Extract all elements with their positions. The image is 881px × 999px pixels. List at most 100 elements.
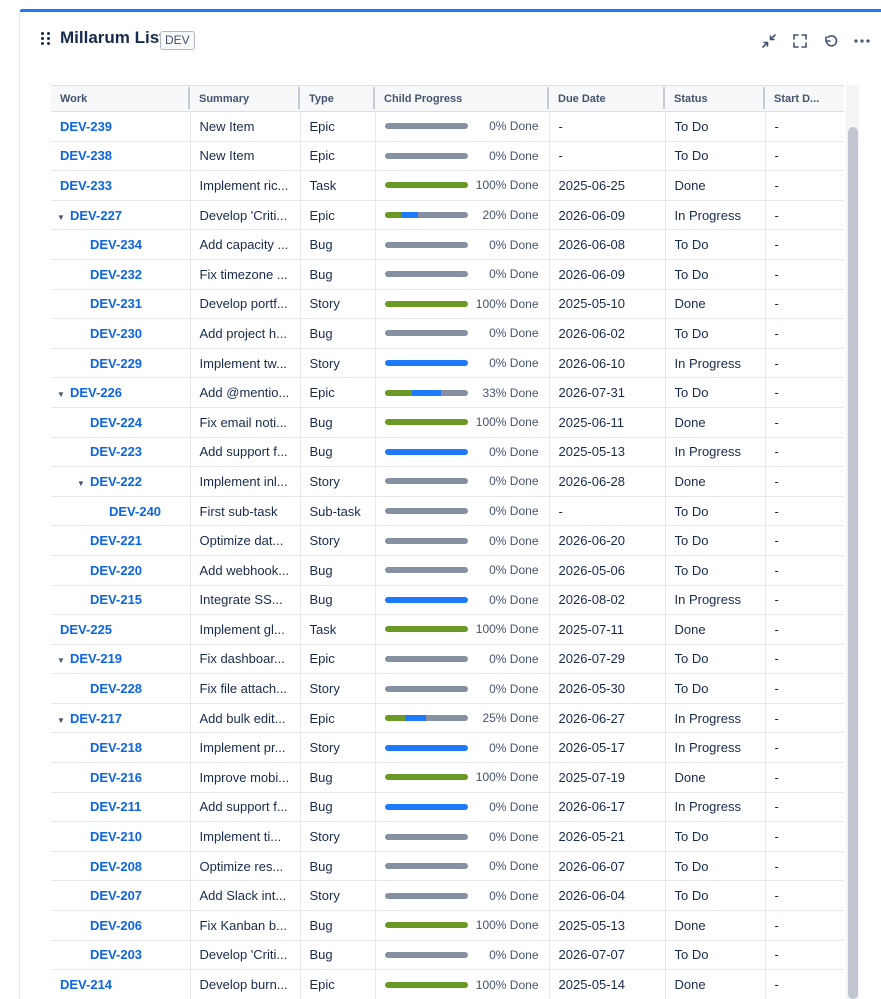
gadget-title: Millarum List	[60, 28, 165, 47]
issue-key-link[interactable]: DEV-231	[90, 296, 142, 311]
cell-summary: Optimize res...	[190, 851, 301, 882]
issue-key-link[interactable]: DEV-232	[90, 267, 142, 282]
table-row[interactable]: DEV-223 Add support f... Bug 0% Done 2025-05…	[51, 437, 844, 468]
issue-key-link[interactable]: DEV-214	[60, 977, 112, 992]
table-row[interactable]: DEV-218 Implement pr... Story 0% Done 2026-0…	[51, 732, 844, 764]
issue-key-link[interactable]: DEV-225	[60, 622, 112, 637]
issue-key-link[interactable]: DEV-221	[90, 533, 142, 548]
progress-percent-label: 0% Done	[489, 681, 539, 696]
cell-due-date: 2026-05-30	[549, 673, 666, 704]
table-row[interactable]: DEV-234 Add capacity ... Bug 0% Done 2026-06…	[51, 229, 844, 260]
column-header-start-date[interactable]: Start D...	[765, 85, 844, 112]
issue-key-link[interactable]: DEV-217	[70, 711, 122, 726]
table-row[interactable]: DEV-229 Implement tw... Story 0% Done 2026-0…	[51, 348, 844, 379]
issue-key-link[interactable]: DEV-206	[90, 918, 142, 933]
caret-down-icon[interactable]: ▼	[57, 213, 67, 222]
cell-type: Bug	[300, 407, 376, 438]
table-row[interactable]: DEV-238 New Item Epic 0% Done - To Do -	[51, 141, 844, 172]
table-row[interactable]: ▼ DEV-217 Add bulk edit... Epic 25% Done 2026…	[51, 703, 844, 734]
fullscreen-icon[interactable]	[789, 30, 811, 52]
table-row[interactable]: DEV-215 Integrate SS... Bug 0% Done 2026-08-…	[51, 585, 844, 616]
issue-key-link[interactable]: DEV-229	[90, 356, 142, 371]
issue-key-link[interactable]: DEV-240	[109, 504, 161, 519]
progress-bar	[384, 330, 469, 337]
issue-key-link[interactable]: DEV-230	[90, 326, 142, 341]
issue-key-link[interactable]: DEV-207	[90, 888, 142, 903]
issue-key-link[interactable]: DEV-228	[90, 681, 142, 696]
table-row[interactable]: DEV-240 First sub-task Sub-task 0% Done - To …	[51, 496, 844, 527]
cell-status: To Do	[665, 644, 766, 675]
issue-key-link[interactable]: DEV-226	[70, 385, 122, 400]
table-row[interactable]: DEV-228 Fix file attach... Story 0% Done 202…	[51, 673, 844, 704]
issue-key-link[interactable]: DEV-238	[60, 148, 112, 163]
table-row[interactable]: DEV-207 Add Slack int... Story 0% Done 2026-…	[51, 880, 844, 912]
column-header-type[interactable]: Type	[300, 85, 375, 112]
table-row[interactable]: DEV-233 Implement ric... Task 100% Done 2025…	[51, 170, 844, 201]
progress-percent-label: 0% Done	[489, 563, 539, 578]
table-row[interactable]: DEV-203 Develop 'Criti... Bug 0% Done 2026-0…	[51, 940, 844, 971]
table-row[interactable]: DEV-208 Optimize res... Bug 0% Done 2026-06-…	[51, 851, 844, 882]
table-row[interactable]: DEV-211 Add support f... Bug 0% Done 2026-06…	[51, 792, 844, 823]
table-row[interactable]: ▼ DEV-226 Add @mentio... Epic 33% Done 2026-0…	[51, 377, 844, 408]
table-row[interactable]: ▼ DEV-219 Fix dashboar... Epic 0% Done 2026-0…	[51, 644, 844, 675]
progress-percent-label: 0% Done	[489, 119, 539, 134]
column-header-summary[interactable]: Summary	[190, 85, 300, 112]
cell-child-progress: 20% Done	[375, 200, 550, 231]
cell-type: Bug	[300, 792, 376, 823]
column-header-status[interactable]: Status	[665, 85, 765, 112]
issue-key-link[interactable]: DEV-215	[90, 592, 142, 607]
issue-key-link[interactable]: DEV-224	[90, 415, 142, 430]
issue-key-link[interactable]: DEV-223	[90, 444, 142, 459]
column-header-work[interactable]: Work	[51, 85, 190, 112]
column-header-due-date[interactable]: Due Date	[549, 85, 665, 112]
cell-due-date: -	[549, 141, 666, 172]
cell-start-date: -	[765, 969, 844, 999]
issue-key-link[interactable]: DEV-239	[60, 119, 112, 134]
issue-key-link[interactable]: DEV-216	[90, 770, 142, 785]
table-row[interactable]: DEV-232 Fix timezone ... Bug 0% Done 2026-06…	[51, 259, 844, 290]
issue-key-link[interactable]: DEV-208	[90, 859, 142, 874]
issue-key-link[interactable]: DEV-219	[70, 651, 122, 666]
cell-summary: Fix email noti...	[190, 407, 301, 438]
refresh-icon[interactable]	[820, 30, 842, 52]
drag-handle-icon[interactable]	[41, 32, 51, 46]
table-row[interactable]: DEV-214 Develop burn... Epic 100% Done 2025-…	[51, 969, 844, 999]
cell-status: To Do	[665, 318, 766, 349]
issue-key-link[interactable]: DEV-227	[70, 208, 122, 223]
issue-key-link[interactable]: DEV-203	[90, 947, 142, 962]
cell-due-date: 2026-07-29	[549, 644, 666, 675]
issue-key-link[interactable]: DEV-233	[60, 178, 112, 193]
table-row[interactable]: DEV-230 Add project h... Bug 0% Done 2026-06…	[51, 318, 844, 349]
table-row[interactable]: DEV-206 Fix Kanban b... Bug 100% Done 2025-0…	[51, 910, 844, 941]
caret-down-icon[interactable]: ▼	[57, 656, 67, 665]
cell-start-date: -	[765, 555, 844, 586]
issue-key-link[interactable]: DEV-222	[90, 474, 142, 489]
table-row[interactable]: DEV-216 Improve mobi... Bug 100% Done 2025-0…	[51, 762, 844, 793]
issue-key-link[interactable]: DEV-211	[90, 799, 141, 814]
more-icon[interactable]	[851, 30, 873, 52]
progress-bar	[384, 655, 469, 662]
issue-key-link[interactable]: DEV-218	[90, 740, 142, 755]
table-row[interactable]: ▼ DEV-227 Develop 'Criti... Epic 20% Done 202…	[51, 200, 844, 231]
caret-down-icon[interactable]: ▼	[57, 390, 67, 399]
cell-work: DEV-214	[51, 969, 191, 999]
collapse-icon[interactable]	[758, 30, 780, 52]
caret-down-icon[interactable]: ▼	[57, 716, 67, 725]
table-row[interactable]: DEV-221 Optimize dat... Story 0% Done 2026-0…	[51, 525, 844, 556]
table-row[interactable]: DEV-239 New Item Epic 0% Done - To Do -	[51, 111, 844, 142]
table-row[interactable]: DEV-231 Develop portf... Story 100% Done 202…	[51, 289, 844, 320]
table-row[interactable]: DEV-225 Implement gl... Task 100% Done 2025-…	[51, 614, 844, 645]
table-row[interactable]: DEV-224 Fix email noti... Bug 100% Done 2025…	[51, 407, 844, 438]
progress-bar	[384, 567, 469, 574]
issue-key-link[interactable]: DEV-234	[90, 237, 142, 252]
cell-type: Task	[300, 170, 376, 201]
column-header-child-progress[interactable]: Child Progress	[375, 85, 549, 112]
caret-down-icon[interactable]: ▼	[77, 479, 87, 488]
issue-key-link[interactable]: DEV-210	[90, 829, 142, 844]
table-row[interactable]: DEV-210 Implement ti... Story 0% Done 2026-0…	[51, 821, 844, 852]
cell-work: ▼ DEV-226	[51, 377, 191, 408]
issue-key-link[interactable]: DEV-220	[90, 563, 142, 578]
table-row[interactable]: ▼ DEV-222 Implement inl... Story 0% Done 2026…	[51, 466, 844, 497]
vertical-scrollbar-thumb[interactable]	[848, 127, 858, 999]
table-row[interactable]: DEV-220 Add webhook... Bug 0% Done 2026-05-0…	[51, 555, 844, 586]
